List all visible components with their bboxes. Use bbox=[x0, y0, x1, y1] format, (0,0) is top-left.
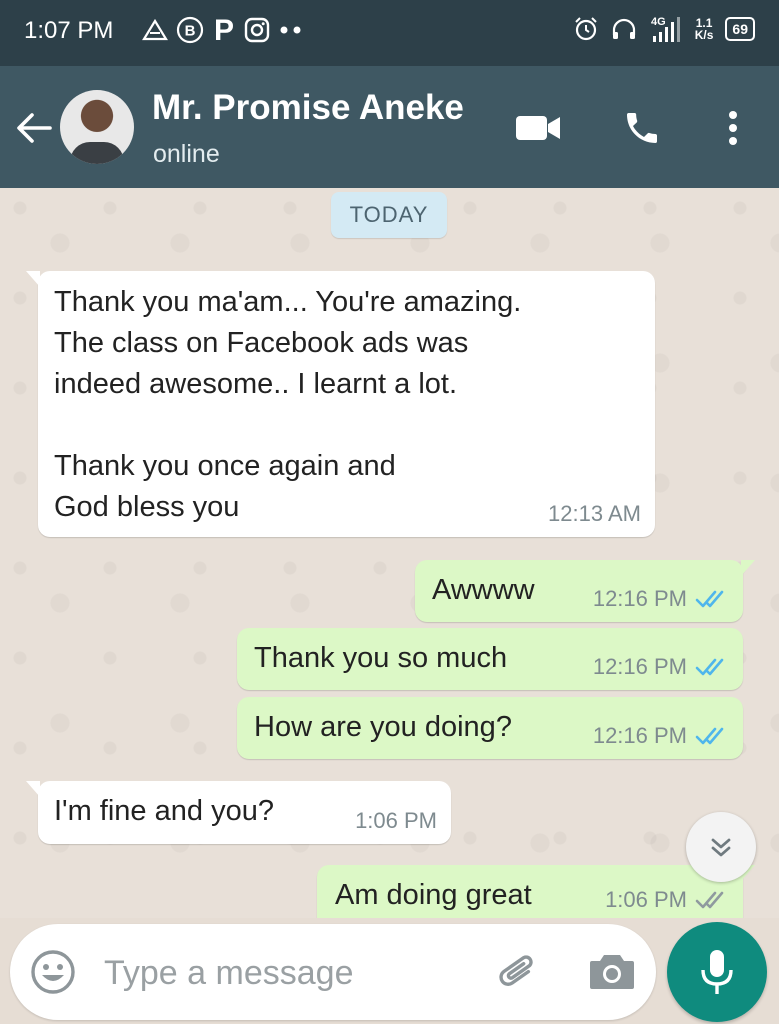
read-ticks-icon bbox=[695, 727, 724, 745]
contact-name[interactable]: Mr. Promise Aneke bbox=[152, 88, 464, 128]
delivered-ticks-icon bbox=[695, 891, 724, 909]
headphones-icon bbox=[611, 17, 637, 41]
message-timestamp: 1:06 PM bbox=[355, 808, 437, 833]
message-text: How are you doing? bbox=[254, 711, 512, 743]
message-timestamp: 12:16 PM bbox=[592, 654, 687, 679]
message-outgoing[interactable]: Thank you so much 12:16 PM bbox=[237, 628, 743, 690]
svg-text:P: P bbox=[214, 16, 234, 44]
signal-4g-icon: 4G bbox=[649, 14, 683, 44]
message-text: I'm fine and you? bbox=[54, 795, 274, 827]
message-outgoing[interactable]: How are you doing? 12:16 PM bbox=[237, 697, 743, 759]
status-bar: 1:07 PM B P 4G 1.1 K/s 69 bbox=[0, 0, 779, 66]
network-speed-unit: K/s bbox=[694, 28, 714, 42]
message-text: Thank you so much bbox=[254, 642, 508, 674]
message-text: Am doing great bbox=[335, 879, 532, 911]
message-incoming[interactable]: Thank you ma'am... You're amazing. The c… bbox=[26, 271, 655, 537]
status-time: 1:07 PM bbox=[24, 17, 114, 44]
network-speed: 1.1 K/s bbox=[695, 17, 714, 41]
scroll-to-bottom-button[interactable] bbox=[686, 812, 756, 882]
avatar[interactable] bbox=[60, 90, 134, 164]
read-ticks-icon bbox=[695, 658, 724, 676]
message-incoming[interactable]: I'm fine and you? 1:06 PM bbox=[26, 781, 451, 844]
svg-text:B: B bbox=[185, 23, 196, 40]
chat-header: Mr. Promise Aneke online bbox=[0, 66, 779, 188]
triangle-alert-icon bbox=[142, 18, 168, 42]
network-type-label: 4G bbox=[651, 16, 666, 28]
instagram-icon bbox=[244, 17, 270, 43]
mic-button[interactable] bbox=[667, 922, 767, 1022]
p-app-icon: P bbox=[212, 16, 236, 44]
notification-icons: B P bbox=[142, 16, 304, 44]
message-timestamp: 1:06 PM bbox=[605, 887, 687, 912]
message-timestamp: 12:16 PM bbox=[592, 723, 687, 748]
chat-area[interactable]: TODAY Thank you ma'am... You're amazing.… bbox=[0, 188, 779, 918]
chevrons-down-icon bbox=[711, 838, 731, 857]
bitcoin-circle-icon: B bbox=[176, 16, 204, 44]
message-text: Thank you ma'am... You're amazing. The c… bbox=[54, 286, 522, 523]
camera-icon[interactable] bbox=[588, 950, 636, 996]
mic-icon bbox=[701, 950, 733, 994]
contact-status: online bbox=[153, 140, 220, 168]
emoji-icon[interactable] bbox=[30, 949, 76, 995]
more-dots-icon bbox=[278, 25, 304, 35]
message-timestamp: 12:13 AM bbox=[548, 501, 641, 526]
date-chip: TODAY bbox=[331, 192, 447, 238]
message-time: 12:13 AM bbox=[548, 501, 641, 527]
message-timestamp: 12:16 PM bbox=[592, 586, 687, 611]
message-composer bbox=[10, 924, 656, 1020]
message-input[interactable] bbox=[102, 944, 466, 1002]
message-text: Awwww bbox=[432, 574, 535, 606]
more-vert-icon[interactable] bbox=[718, 106, 748, 150]
back-arrow-icon[interactable] bbox=[14, 110, 54, 146]
message-outgoing[interactable]: Am doing great 1:06 PM bbox=[317, 865, 755, 918]
alarm-icon bbox=[573, 16, 599, 42]
read-ticks-icon bbox=[695, 590, 724, 608]
video-call-icon[interactable] bbox=[514, 106, 562, 150]
phone-icon[interactable] bbox=[618, 106, 666, 150]
paperclip-icon[interactable] bbox=[494, 948, 544, 998]
battery-indicator: 69 bbox=[725, 17, 755, 41]
message-outgoing[interactable]: Awwww 12:16 PM bbox=[415, 560, 755, 622]
